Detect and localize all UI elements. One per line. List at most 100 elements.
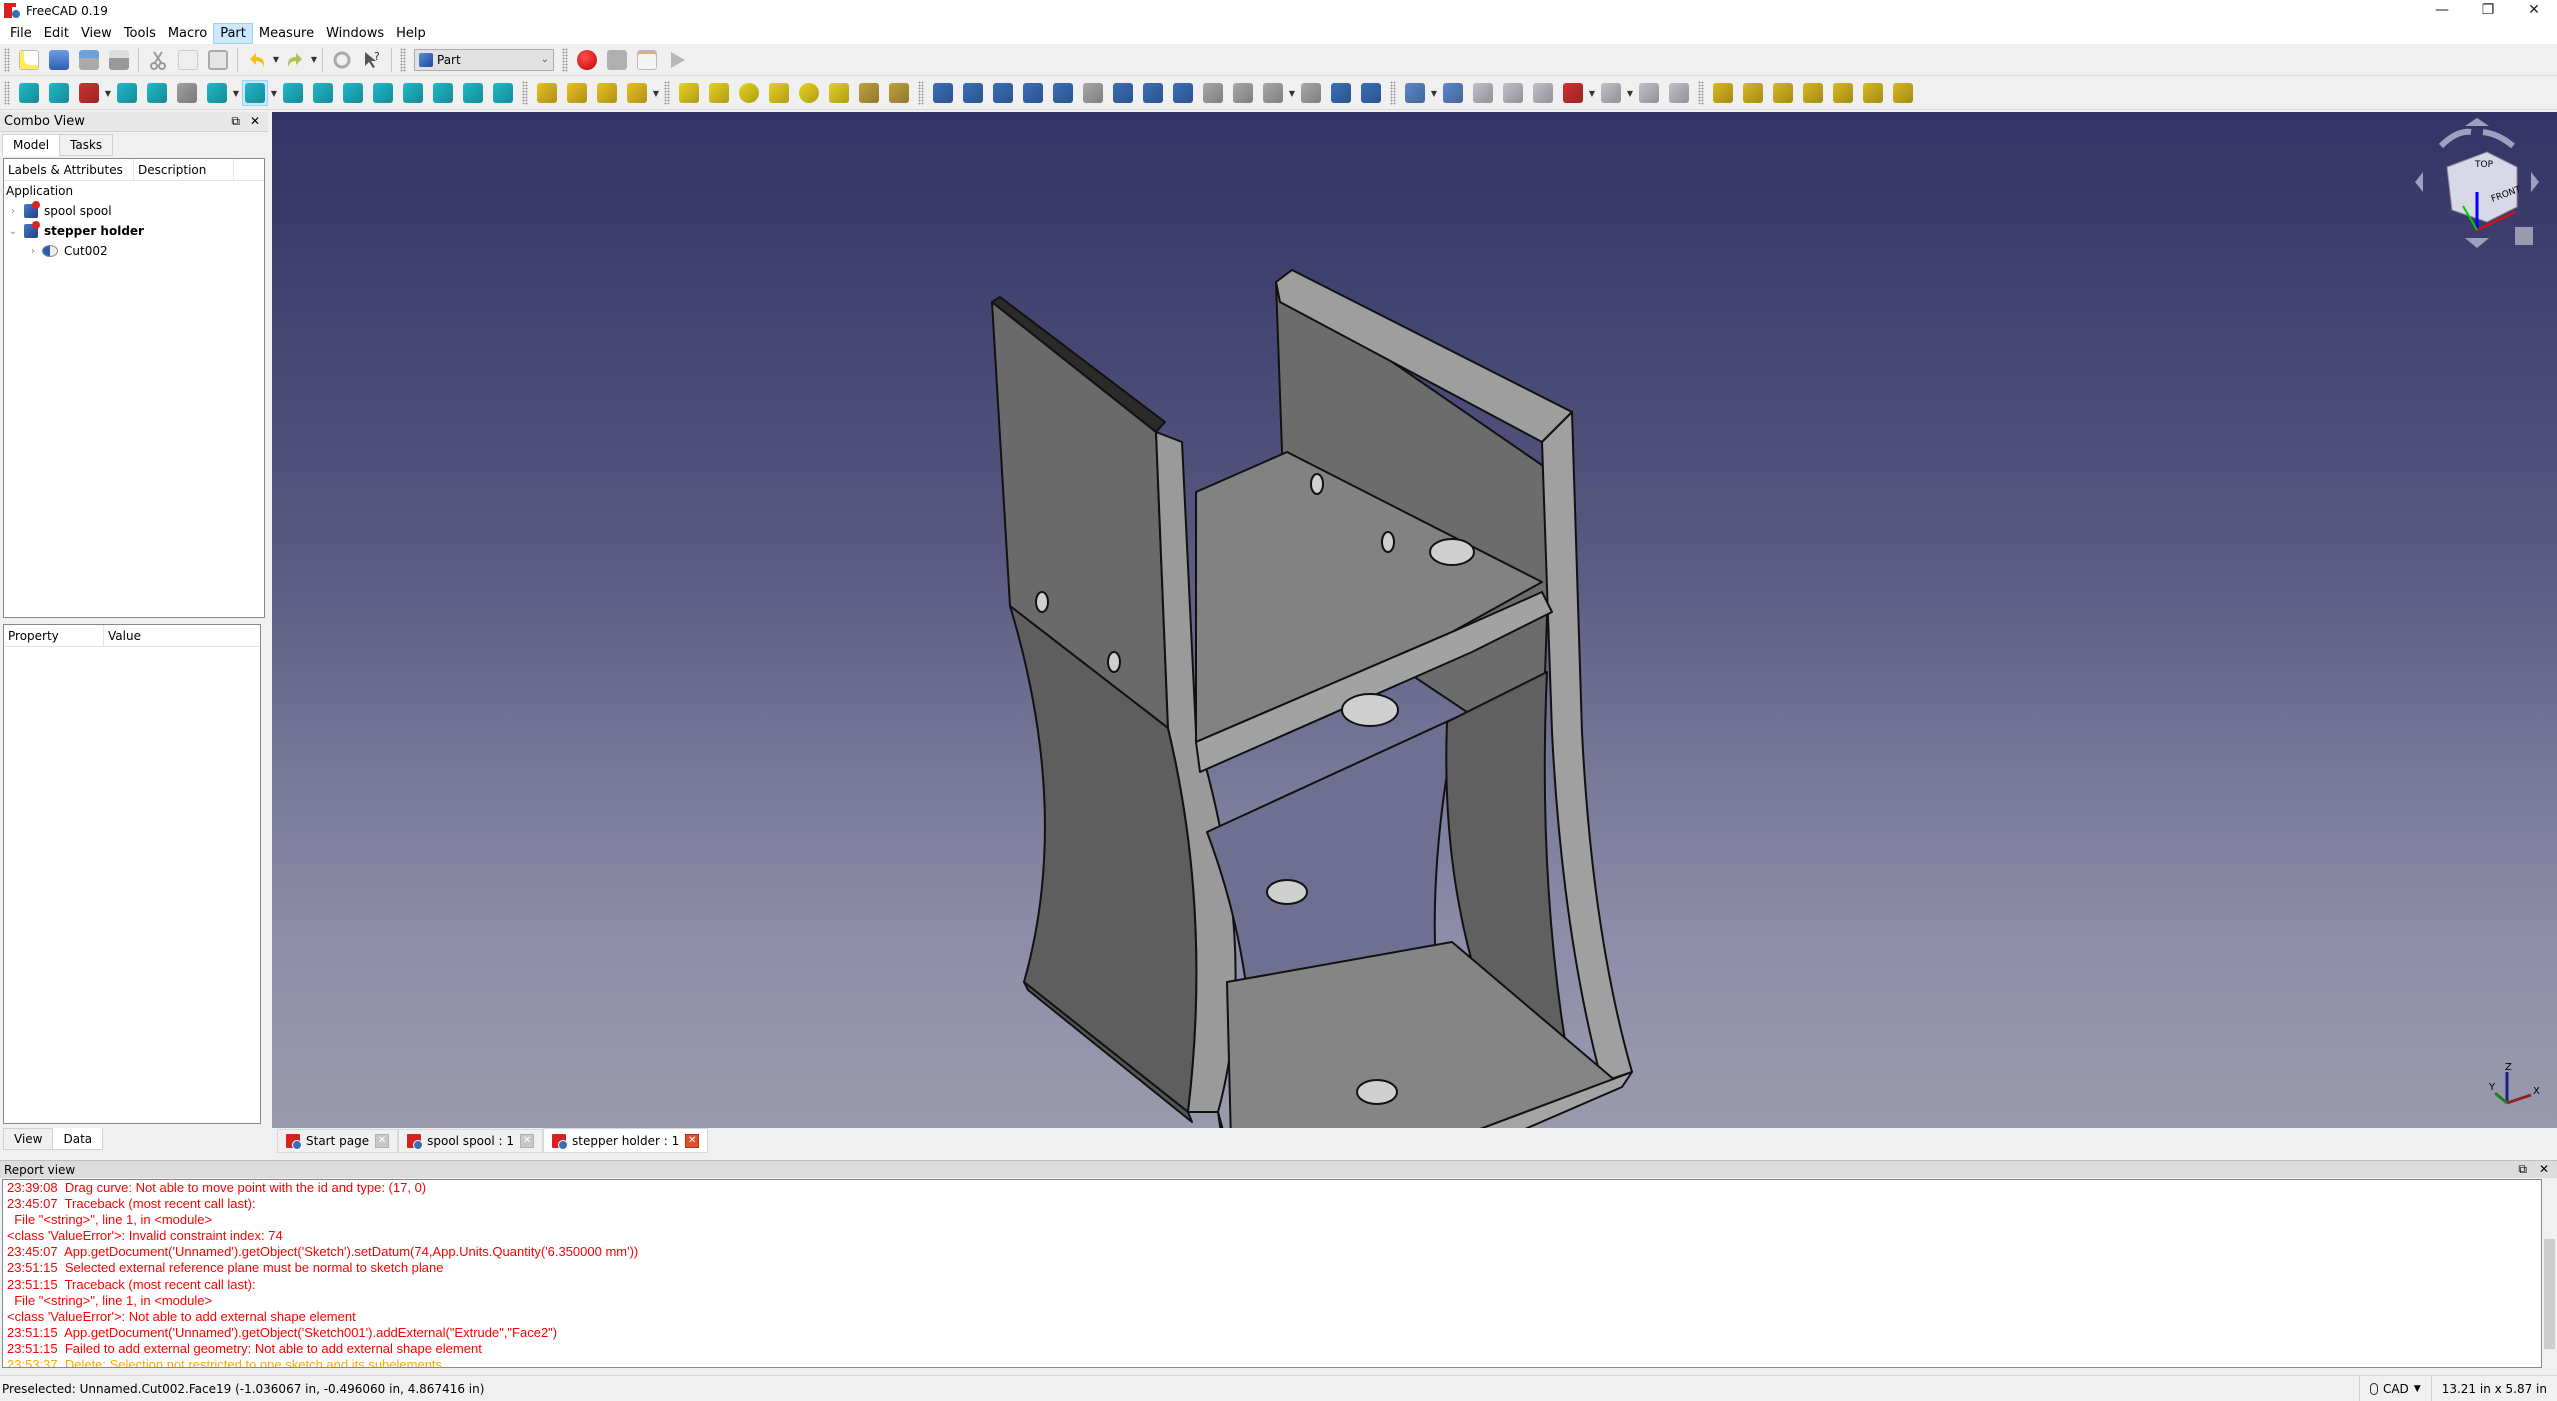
fuse-icon[interactable] [1500, 80, 1526, 106]
close-tab-icon[interactable]: ✕ [375, 1134, 390, 1148]
cube-icon[interactable] [676, 80, 702, 106]
redo-icon[interactable] [282, 47, 308, 73]
mirror-icon[interactable] [990, 80, 1016, 106]
close-tab-icon[interactable]: ✕ [685, 1133, 700, 1148]
toggle-delta-icon[interactable] [1890, 80, 1916, 106]
scrollbar-thumb[interactable] [2544, 1239, 2555, 1349]
toolbar-grip[interactable] [4, 47, 10, 72]
column-property[interactable]: Property [4, 625, 104, 646]
torus-icon[interactable] [796, 80, 822, 106]
top-view-icon[interactable] [340, 80, 366, 106]
create-link-icon[interactable] [594, 80, 620, 106]
close-icon[interactable]: ✕ [250, 114, 260, 129]
compound-icon[interactable] [1402, 80, 1428, 106]
chevron-right-icon[interactable]: › [6, 206, 20, 217]
cross-sections-icon[interactable] [1230, 80, 1256, 106]
menu-tools[interactable]: Tools [118, 24, 162, 43]
undo-dropdown-icon[interactable]: ▼ [272, 55, 280, 64]
save-icon[interactable] [76, 47, 102, 73]
shape-builder-icon[interactable] [886, 80, 912, 106]
copy-icon[interactable] [175, 47, 201, 73]
offset-icon[interactable] [1260, 80, 1286, 106]
revolve-icon[interactable] [960, 80, 986, 106]
toolbar-grip[interactable] [918, 81, 924, 105]
make-face-icon[interactable] [1080, 80, 1106, 106]
cut-icon[interactable] [145, 47, 171, 73]
back-icon[interactable] [144, 80, 170, 106]
bounding-box-icon[interactable] [114, 80, 140, 106]
sphere-icon[interactable] [736, 80, 762, 106]
fit-selection-icon[interactable] [46, 80, 72, 106]
property-editor[interactable]: Property Value [3, 624, 261, 1124]
menu-file[interactable]: File [4, 24, 38, 43]
tree-item-application[interactable]: Application [4, 181, 264, 201]
clear-measurements-icon[interactable] [1800, 80, 1826, 106]
create-part-icon[interactable] [534, 80, 560, 106]
undo-icon[interactable] [244, 47, 270, 73]
report-view-log[interactable]: 23:39:08 Drag curve: Not able to move po… [2, 1179, 2542, 1368]
tree-item-spool-spool[interactable]: › spool spool [4, 201, 264, 221]
toolbar-grip[interactable] [4, 81, 10, 105]
close-icon[interactable]: ✕ [2539, 1162, 2549, 1177]
front-view-icon[interactable] [310, 80, 336, 106]
projection-icon[interactable] [1328, 80, 1354, 106]
fit-all-icon[interactable] [16, 80, 42, 106]
toolbar-grip[interactable] [1390, 81, 1396, 105]
common-icon[interactable] [1530, 80, 1556, 106]
tab-tasks[interactable]: Tasks [59, 134, 114, 156]
toggle-3d-icon[interactable] [1860, 80, 1886, 106]
split-features-icon[interactable] [1598, 80, 1624, 106]
whats-this-icon[interactable]: ? [359, 47, 385, 73]
thickness-icon[interactable] [1298, 80, 1324, 106]
dropdown-arrow-icon[interactable]: ▼ [270, 89, 278, 98]
menu-help[interactable]: Help [390, 24, 432, 43]
dropdown-arrow-icon[interactable]: ▼ [1588, 89, 1596, 98]
ruled-surface-icon[interactable] [1110, 80, 1136, 106]
defeaturing-icon[interactable] [1666, 80, 1692, 106]
left-view-icon[interactable] [460, 80, 486, 106]
sync-view-icon[interactable] [204, 80, 230, 106]
menu-macro[interactable]: Macro [162, 24, 213, 43]
measure-refresh-icon[interactable] [1770, 80, 1796, 106]
isometric-icon[interactable] [280, 80, 306, 106]
close-button[interactable]: ✕ [2511, 0, 2557, 22]
tab-model[interactable]: Model [2, 134, 61, 156]
chevron-down-icon[interactable]: ⌄ [6, 226, 20, 237]
navigation-style-button[interactable]: CAD ▼ [2358, 1376, 2431, 1401]
draw-style-icon[interactable] [76, 80, 102, 106]
chevron-right-icon[interactable]: › [26, 246, 40, 257]
model-tree[interactable]: Labels & Attributes Description Applicat… [3, 158, 265, 618]
menu-measure[interactable]: Measure [253, 24, 320, 43]
navigation-cube[interactable]: TOP FRONT [2407, 112, 2547, 252]
measure-angular-icon[interactable] [1740, 80, 1766, 106]
join-features-icon[interactable] [1560, 80, 1586, 106]
rear-view-icon[interactable] [400, 80, 426, 106]
create-group-icon[interactable] [564, 80, 590, 106]
workbench-selector[interactable]: Part ⌄ [414, 48, 554, 71]
minimize-button[interactable]: — [2419, 0, 2465, 22]
cone-icon[interactable] [766, 80, 792, 106]
cylinder-icon[interactable] [706, 80, 732, 106]
dropdown-arrow-icon[interactable]: ▼ [104, 89, 112, 98]
dropdown-arrow-icon[interactable]: ▼ [1626, 89, 1634, 98]
float-icon[interactable]: ⧉ [2518, 1162, 2527, 1177]
3d-viewport[interactable]: TOP FRONT Z X Y [272, 112, 2557, 1128]
tree-item-cut002[interactable]: › Cut002 [4, 241, 264, 261]
toolbar-grip[interactable] [664, 81, 670, 105]
doc-tab-spool-spool[interactable]: spool spool : 1 ✕ [398, 1129, 544, 1153]
primitives-icon[interactable] [856, 80, 882, 106]
save-as-icon[interactable] [106, 47, 132, 73]
restore-button[interactable]: ❐ [2465, 0, 2511, 22]
column-value[interactable]: Value [104, 625, 145, 646]
forward-icon[interactable] [174, 80, 200, 106]
measure-distance-icon[interactable] [490, 80, 516, 106]
boolean-icon[interactable] [1440, 80, 1466, 106]
toolbar-grip[interactable] [522, 81, 528, 105]
tab-data[interactable]: Data [52, 1128, 104, 1150]
float-icon[interactable]: ⧉ [231, 114, 240, 129]
new-document-icon[interactable] [16, 47, 42, 73]
measure-linear-icon[interactable] [1710, 80, 1736, 106]
menu-part[interactable]: Part [213, 22, 253, 44]
box-zoom-icon[interactable] [242, 80, 268, 106]
tube-icon[interactable] [826, 80, 852, 106]
